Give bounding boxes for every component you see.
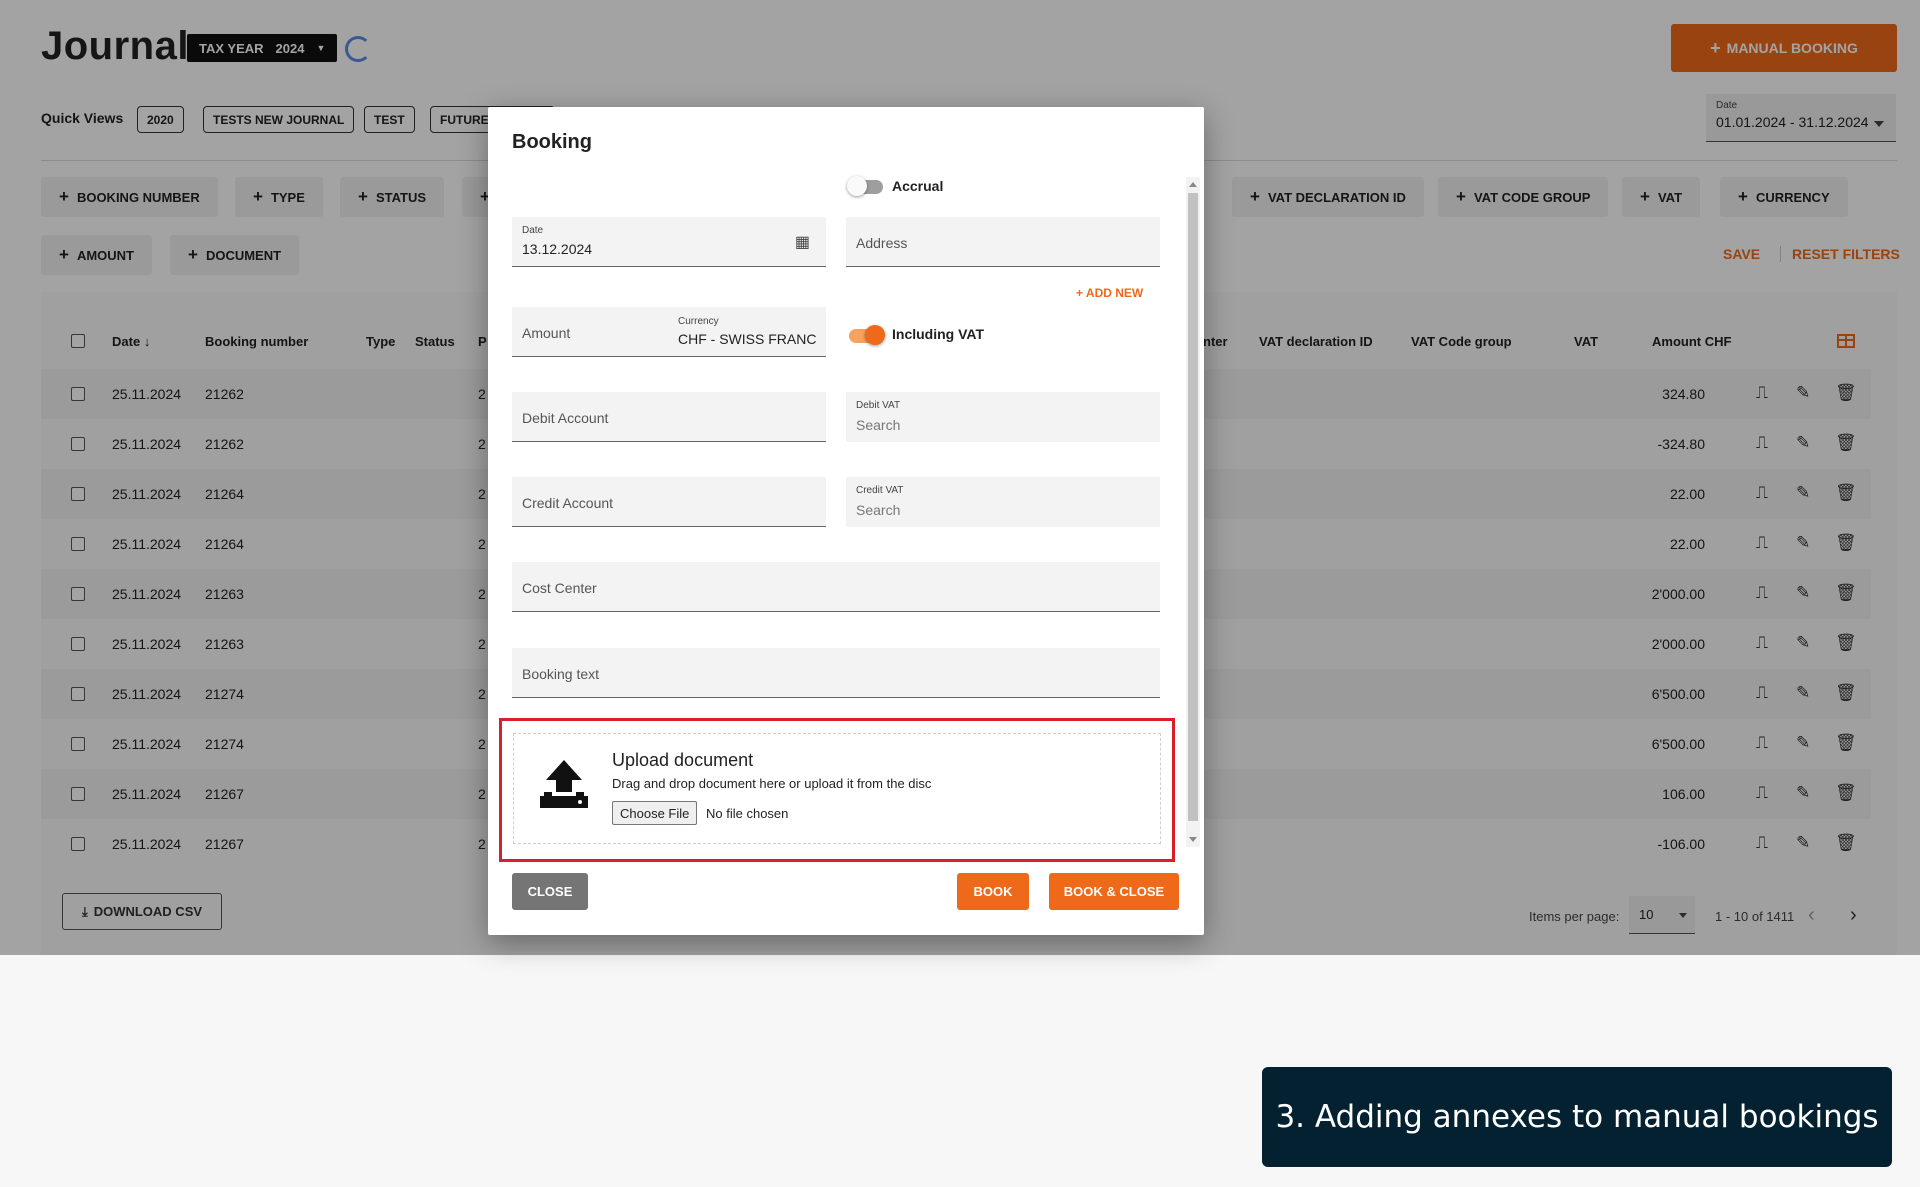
tutorial-caption: 3. Adding annexes to manual bookings — [1262, 1067, 1892, 1167]
no-file-chosen-text: No file chosen — [706, 806, 789, 821]
debit-account-placeholder: Debit Account — [522, 410, 609, 426]
currency-value[interactable]: CHF - SWISS FRANC — [678, 331, 816, 347]
dialog-scrollbar[interactable] — [1186, 177, 1200, 847]
amount-currency-field[interactable]: Amount Currency CHF - SWISS FRANC — [512, 307, 826, 357]
debit-vat-label: Debit VAT — [856, 400, 901, 411]
plus-icon: + — [1076, 286, 1086, 300]
choose-file-button[interactable]: Choose File — [612, 801, 698, 825]
booking-dialog: Booking Accrual Date 13.12.2024 ▦ Addres… — [488, 107, 1204, 935]
toggle-knob — [865, 325, 885, 345]
book-and-close-button[interactable]: BOOK & CLOSE — [1049, 873, 1179, 910]
toggle-knob — [847, 176, 867, 196]
cost-center-placeholder: Cost Center — [522, 580, 597, 596]
dialog-title: Booking — [512, 131, 592, 153]
book-button[interactable]: BOOK — [957, 873, 1029, 910]
credit-vat-label: Credit VAT — [856, 485, 904, 496]
booking-text-placeholder: Booking text — [522, 666, 600, 682]
accrual-toggle[interactable] — [847, 176, 883, 196]
address-placeholder: Address — [856, 235, 908, 251]
close-button[interactable]: CLOSE — [512, 873, 588, 910]
scrollbar-thumb[interactable] — [1188, 193, 1198, 821]
credit-vat-field[interactable]: Credit VAT Search — [846, 477, 1160, 527]
currency-label: Currency — [678, 316, 719, 327]
including-vat-label: Including VAT — [892, 326, 985, 342]
debit-vat-field[interactable]: Debit VAT Search — [846, 392, 1160, 442]
upload-description: Drag and drop document here or upload it… — [612, 776, 932, 791]
amount-placeholder: Amount — [522, 325, 571, 341]
date-field-value: 13.12.2024 — [522, 241, 593, 257]
date-field-label: Date — [522, 225, 544, 236]
debit-vat-search: Search — [856, 417, 901, 433]
credit-account-placeholder: Credit Account — [522, 495, 614, 511]
calendar-icon[interactable]: ▦ — [795, 232, 810, 252]
including-vat-toggle[interactable] — [849, 325, 885, 345]
upload-dropzone[interactable]: Upload document Drag and drop document h… — [513, 733, 1161, 844]
address-field[interactable]: Address — [846, 217, 1160, 267]
add-new-label: ADD NEW — [1085, 286, 1144, 300]
upload-icon — [540, 760, 588, 808]
add-new-address-button[interactable]: + ADD NEW — [1076, 286, 1143, 300]
date-field[interactable]: Date 13.12.2024 ▦ — [512, 217, 826, 267]
booking-text-field[interactable]: Booking text — [512, 648, 1160, 698]
cost-center-field[interactable]: Cost Center — [512, 562, 1160, 612]
scroll-down-icon[interactable] — [1189, 837, 1197, 842]
upload-title: Upload document — [612, 750, 754, 770]
debit-account-field[interactable]: Debit Account — [512, 392, 826, 442]
accrual-label: Accrual — [892, 178, 944, 194]
credit-account-field[interactable]: Credit Account — [512, 477, 826, 527]
scroll-up-icon[interactable] — [1189, 182, 1197, 187]
credit-vat-search: Search — [856, 502, 901, 518]
